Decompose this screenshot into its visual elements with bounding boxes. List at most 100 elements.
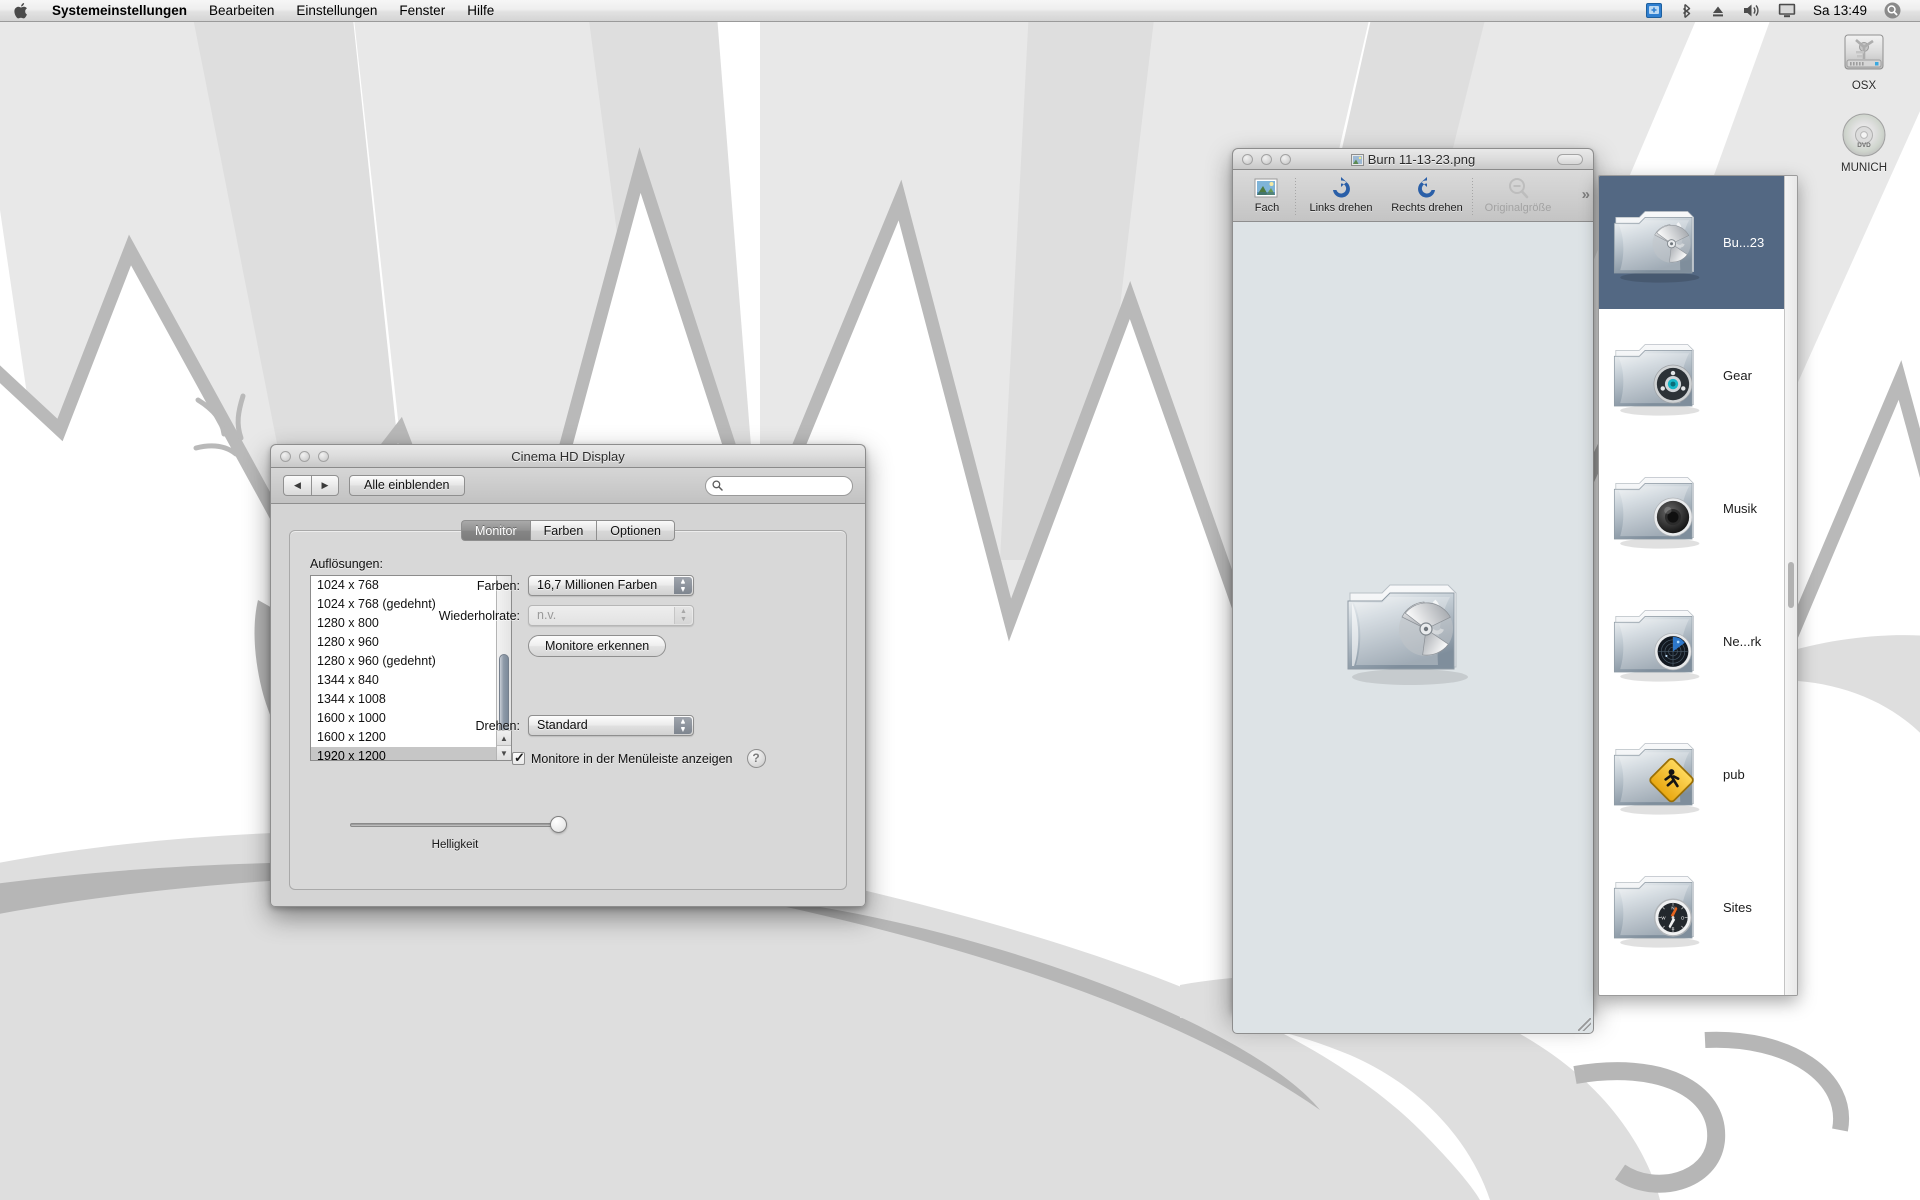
chevron-updown-icon: ▲ ▼ bbox=[674, 607, 692, 624]
list-item[interactable]: N S W O Sites bbox=[1599, 841, 1784, 974]
detect-displays-row: Monitore erkennen bbox=[528, 635, 667, 657]
tab-farben[interactable]: Farben bbox=[529, 520, 597, 541]
resolution-option[interactable]: 1344 x 840 bbox=[311, 671, 496, 690]
list-item-label: Ne...rk bbox=[1723, 634, 1762, 649]
zoom-button[interactable] bbox=[318, 450, 329, 462]
brightness-slider-knob[interactable] bbox=[550, 816, 567, 833]
browser-scrollbar[interactable] bbox=[1784, 176, 1797, 995]
tab-optionen[interactable]: Optionen bbox=[596, 520, 676, 541]
rotate-row: Drehen: Standard ▲ ▼ bbox=[418, 715, 694, 736]
toolbar-button-original-size[interactable]: Originalgröße bbox=[1475, 174, 1561, 214]
rotate-dropdown[interactable]: Standard ▲ ▼ bbox=[528, 715, 694, 736]
syspref-titlebar[interactable]: Cinema HD Display bbox=[270, 444, 866, 468]
menu-item-fenster[interactable]: Fenster bbox=[388, 1, 456, 21]
syspref-body: Monitor Farben Optionen Auflösungen: 102… bbox=[270, 504, 866, 907]
dvd-disc-icon: DVD bbox=[1816, 110, 1912, 160]
zoom-actual-size-icon bbox=[1505, 174, 1531, 200]
icon-browser-panel[interactable]: Bu...23 Gear Musik Ne...rk pub N S W O S… bbox=[1598, 175, 1798, 996]
syspref-toolbar: ◀ ▶ Alle einblenden bbox=[270, 468, 866, 504]
refresh-rate-dropdown[interactable]: n.v. ▲ ▼ bbox=[528, 605, 694, 626]
display-icon[interactable] bbox=[1769, 0, 1805, 22]
toolbar-button-rotate-right[interactable]: Rechts drehen bbox=[1384, 174, 1470, 214]
menu-bar-clock[interactable]: Sa 13:49 bbox=[1805, 3, 1875, 18]
colors-dropdown-value: 16,7 Millionen Farben bbox=[537, 578, 658, 592]
colors-dropdown[interactable]: 16,7 Millionen Farben ▲ ▼ bbox=[528, 575, 694, 596]
list-item-label: Bu...23 bbox=[1723, 235, 1765, 250]
menu-item-systemeinstellungen[interactable]: Systemeinstellungen bbox=[41, 1, 198, 21]
show-displays-in-menubar-label: Monitore in der Menüleiste anzeigen bbox=[531, 751, 733, 766]
hard-drive-icon bbox=[1816, 28, 1912, 78]
toolbar-overflow-icon[interactable]: » bbox=[1582, 186, 1591, 203]
detect-displays-button[interactable]: Monitore erkennen bbox=[528, 635, 667, 657]
browser-scrollbar-thumb[interactable] bbox=[1788, 562, 1794, 608]
menu-item-einstellungen[interactable]: Einstellungen bbox=[285, 1, 388, 21]
toolbar-button-rotate-left[interactable]: Links drehen bbox=[1298, 174, 1384, 214]
toolbar-toggle-button[interactable] bbox=[1557, 154, 1583, 165]
menu-item-hilfe[interactable]: Hilfe bbox=[456, 1, 505, 21]
resolution-option-selected[interactable]: 1920 x 1200 bbox=[311, 747, 496, 760]
list-item[interactable]: Gear bbox=[1599, 309, 1784, 442]
menu-bar: Systemeinstellungen Bearbeiten Einstellu… bbox=[0, 0, 1920, 22]
system-preferences-window[interactable]: Cinema HD Display ◀ ▶ Alle einblenden Mo… bbox=[270, 444, 866, 907]
refresh-rate-label: Wiederholrate: bbox=[438, 608, 520, 623]
brightness-slider-wrap: Helligkeit bbox=[350, 816, 567, 851]
show-displays-in-menubar-checkbox[interactable] bbox=[512, 750, 525, 766]
eject-icon[interactable] bbox=[1702, 0, 1734, 22]
forward-button[interactable]: ▶ bbox=[311, 475, 339, 496]
displays-blue-icon[interactable] bbox=[1637, 0, 1671, 22]
svg-text:O: O bbox=[1681, 915, 1685, 920]
close-button[interactable] bbox=[1242, 153, 1253, 165]
resolution-option[interactable]: 1280 x 960 bbox=[311, 633, 496, 652]
refresh-rate-value: n.v. bbox=[537, 608, 557, 622]
desktop-icon-osx[interactable]: OSX bbox=[1816, 28, 1912, 92]
resolution-option[interactable]: 1280 x 960 (gedehnt) bbox=[311, 652, 496, 671]
search-field[interactable] bbox=[705, 475, 853, 496]
brightness-slider[interactable] bbox=[350, 816, 567, 833]
list-item[interactable]: Bu...23 bbox=[1599, 176, 1784, 309]
spotlight-search-icon[interactable] bbox=[1875, 0, 1910, 22]
minimize-button[interactable] bbox=[1261, 153, 1272, 165]
search-icon bbox=[712, 480, 723, 491]
tab-monitor[interactable]: Monitor bbox=[460, 520, 530, 541]
preview-titlebar[interactable]: Burn 11-13-23.png bbox=[1232, 148, 1594, 170]
list-item[interactable]: Ne...rk bbox=[1599, 575, 1784, 708]
apple-logo-icon[interactable] bbox=[0, 2, 41, 19]
back-button[interactable]: ◀ bbox=[283, 475, 311, 496]
public-folder-icon bbox=[1607, 725, 1717, 825]
show-all-button[interactable]: Alle einblenden bbox=[349, 475, 465, 496]
list-item[interactable]: pub bbox=[1599, 708, 1784, 841]
help-button[interactable]: ? bbox=[746, 749, 766, 768]
toolbar-button-fach[interactable]: Fach bbox=[1241, 174, 1293, 214]
close-button[interactable] bbox=[280, 450, 291, 462]
image-document-icon bbox=[1350, 153, 1364, 166]
volume-icon[interactable] bbox=[1734, 0, 1769, 22]
bluetooth-icon[interactable] bbox=[1671, 0, 1702, 22]
rotate-left-icon bbox=[1328, 174, 1354, 200]
toolbar-label: Links drehen bbox=[1309, 202, 1373, 214]
minimize-button[interactable] bbox=[299, 450, 310, 462]
scroll-down-arrow-icon[interactable]: ▼ bbox=[497, 745, 511, 760]
chevron-updown-icon: ▲ ▼ bbox=[674, 717, 692, 734]
colors-label: Farben: bbox=[476, 578, 520, 593]
list-item-label: Gear bbox=[1723, 368, 1752, 383]
chevron-updown-icon: ▲ ▼ bbox=[674, 577, 692, 594]
list-item[interactable]: Musik bbox=[1599, 442, 1784, 575]
gear-folder-icon bbox=[1607, 326, 1717, 426]
list-item-label: Musik bbox=[1723, 501, 1757, 516]
preview-window[interactable]: Burn 11-13-23.png Fach Links drehen Rech… bbox=[1232, 148, 1594, 1034]
desktop-icon-label: MUNICH bbox=[1841, 162, 1887, 174]
zoom-button[interactable] bbox=[1280, 153, 1291, 165]
resize-handle[interactable] bbox=[1578, 1018, 1591, 1031]
preview-toolbar: Fach Links drehen Rechts drehen Original… bbox=[1232, 170, 1594, 222]
burn-folder-icon bbox=[1607, 193, 1717, 293]
drawer-photo-icon bbox=[1254, 174, 1280, 200]
search-input[interactable] bbox=[727, 479, 845, 492]
page-title: Cinema HD Display bbox=[511, 448, 625, 464]
icon-browser-list: Bu...23 Gear Musik Ne...rk pub N S W O S… bbox=[1599, 176, 1784, 995]
colors-row: Farben: 16,7 Millionen Farben ▲ ▼ bbox=[418, 575, 694, 596]
resolution-option[interactable]: 1344 x 1008 bbox=[311, 690, 496, 709]
menu-item-bearbeiten[interactable]: Bearbeiten bbox=[198, 1, 285, 21]
network-folder-icon bbox=[1607, 592, 1717, 692]
preview-canvas[interactable] bbox=[1232, 222, 1594, 1034]
desktop-icon-munich[interactable]: DVD MUNICH bbox=[1816, 110, 1912, 174]
